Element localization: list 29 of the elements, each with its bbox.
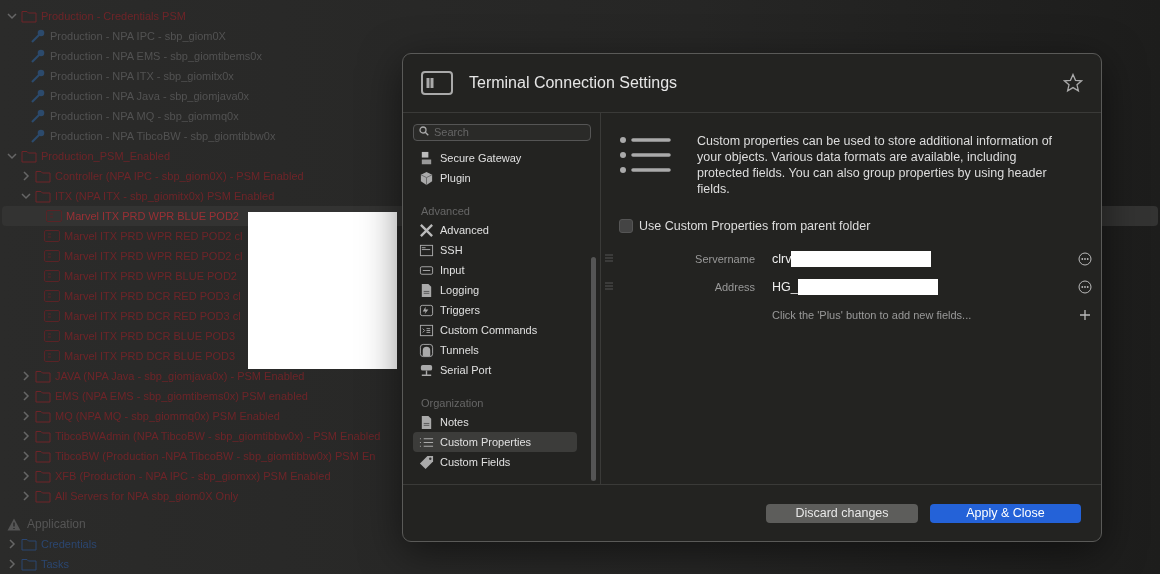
description-text: Custom properties can be used to store additional information of your objects. Various data formats are available, including protected fields. You can also group properties by using header fields. — [697, 133, 1054, 197]
tree-label: Marvel ITX PRD WPR BLUE POD2 — [64, 270, 237, 282]
tree-label: Marvel ITX PRD DCR RED POD3 cl — [64, 310, 241, 322]
tree-label: JAVA (NPA Java - sbp_giomjava0x) - PSM Enabled — [55, 370, 305, 382]
field-label: Address — [713, 281, 756, 293]
tree-label: Production - Credentials PSM — [41, 10, 186, 22]
tree-label: Marvel ITX PRD DCR BLUE POD3 — [64, 330, 236, 342]
tree-label: XFB (Production - NPA IPC - sbp_giomxx) PSM Enabled — [55, 470, 331, 482]
tree-label: Credentials — [41, 538, 97, 550]
checkbox-label: Use Custom Properties from parent folder — [639, 219, 871, 233]
group-heading: Advanced — [420, 203, 471, 219]
tree-label: All Servers for NPA sbp_giom0X Only — [55, 490, 239, 502]
tree-label: TibcoBWAdmin (NPA TibcoBW - sbp_giomtibbw0x) - PSM Enabled — [55, 430, 381, 442]
hint-text: Click the 'Plus' button to add new fields... — [772, 309, 973, 321]
tree-label: ITX (NPA ITX - sbp_giomitx0x) PSM Enabled — [55, 190, 275, 202]
tree-label: Marvel ITX PRD WPR RED POD2 cl — [64, 230, 243, 242]
tree-label: MQ (NPA MQ - sbp_giommq0x) PSM Enabled — [55, 410, 280, 422]
tree-label: Marvel ITX PRD WPR RED POD2 cl — [64, 250, 243, 262]
field-label: Servername — [694, 253, 756, 265]
tree-label: Marvel ITX PRD DCR BLUE POD3 — [64, 350, 236, 362]
tree-label: Controller (NPA IPC - sbp_giom0X) - PSM Enabled — [55, 170, 304, 182]
tree-label: Tasks — [41, 558, 70, 570]
tree-label: Production_PSM_Enabled — [41, 150, 171, 162]
dialog-title: Terminal Connection Settings — [469, 74, 679, 92]
tree-label: Marvel ITX PRD DCR RED POD3 cl — [64, 290, 241, 302]
tree-label: EMS (NPA EMS - sbp_giomtibems0x) PSM enabled — [55, 390, 308, 402]
tree-label: Marvel ITX PRD WPR BLUE POD2 — [66, 210, 239, 222]
group-heading: Organization — [420, 395, 485, 411]
tree-label: TibcoBW (Production -NPA TibcoBW - sbp_giomtibbw0x) PSM En — [55, 450, 376, 462]
